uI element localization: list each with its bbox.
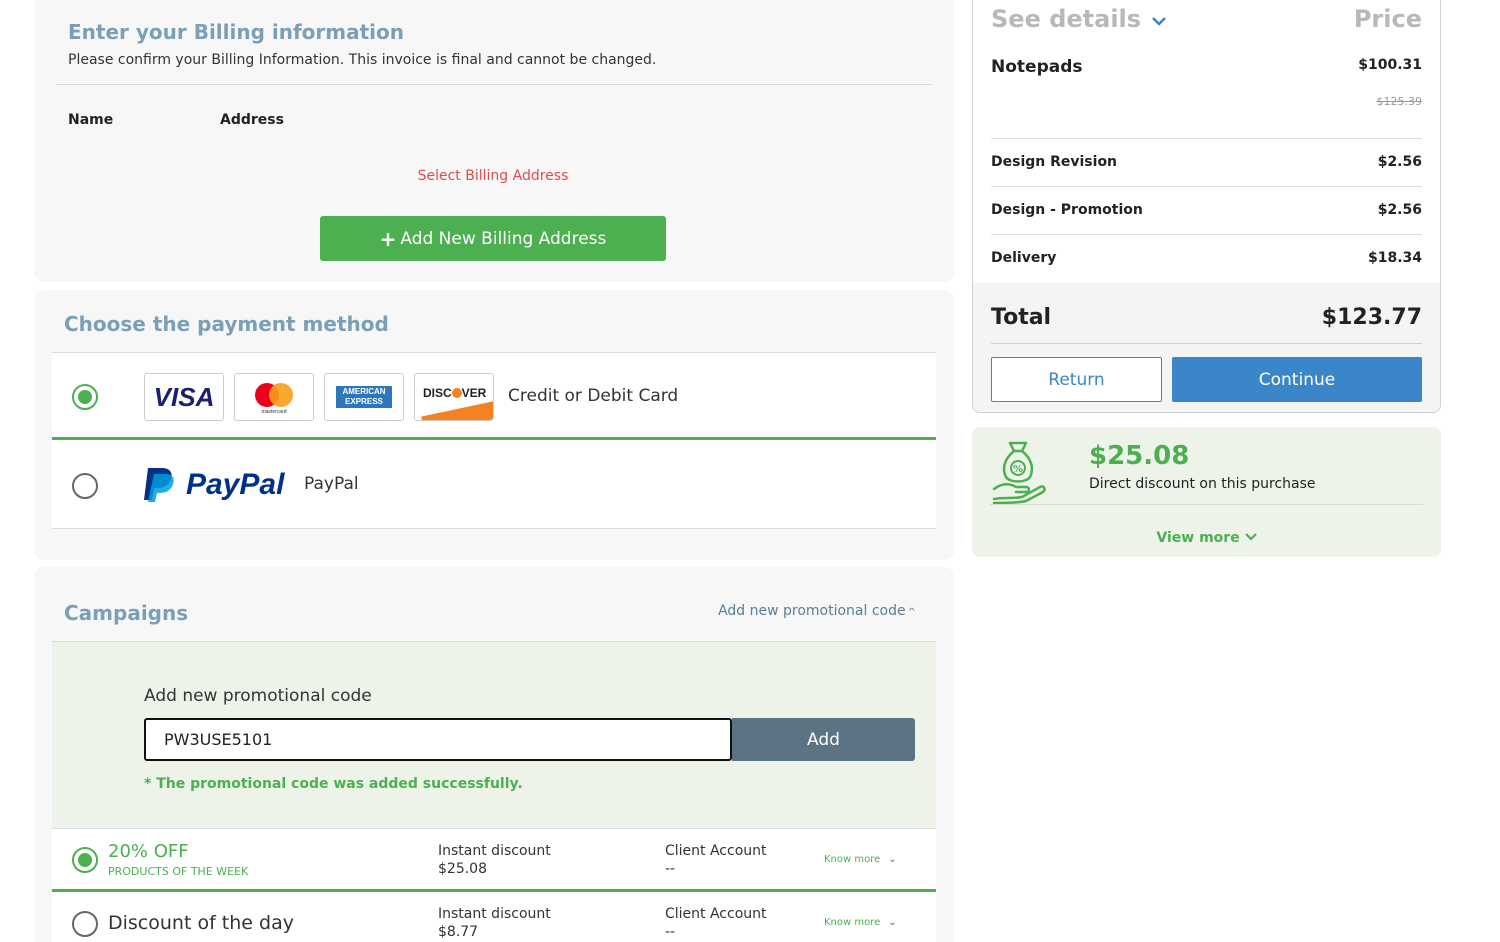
summary-item-row: Delivery $18.34 [991,250,1422,266]
paypal-logo-text: PayPal [186,468,285,501]
summary-item-name: Delivery [991,250,1057,266]
summary-item-price: $2.56 [1377,202,1422,218]
summary-item-name: Notepads [991,57,1083,77]
radio-unselected-icon[interactable] [72,473,98,499]
chevron-down-icon [1244,533,1257,541]
discount-amount: $25.08 [1089,441,1190,471]
campaign-account: Client Account -- [665,843,767,877]
mastercard-logo: mastercard [234,373,314,421]
billing-subtitle: Please confirm your Billing Information.… [68,52,657,68]
campaigns-panel: Campaigns Add new promotional code ^ Add … [34,567,954,942]
campaign-name: Discount of the day [108,912,294,934]
campaign-discount: Instant discount $25.08 [438,843,551,877]
plus-icon: + [379,226,397,251]
visa-logo: VISA [144,373,224,421]
payment-option-card-label: Credit or Debit Card [508,386,679,406]
svg-text:mastercard: mastercard [261,409,286,415]
radio-unselected-icon[interactable] [72,911,98,937]
select-billing-address-warning: Select Billing Address [417,168,569,184]
campaign-account: Client Account -- [665,906,767,940]
billing-col-name: Name [68,112,114,128]
campaign-name: 20% OFF [108,841,189,862]
summary-divider [991,138,1422,139]
amex-logo: AMERICAN EXPRESS [324,373,404,421]
radio-selected-icon[interactable] [72,384,98,410]
billing-panel: Enter your Billing information Please co… [34,0,954,282]
summary-item-row: Design - Promotion $2.56 [991,202,1422,218]
summary-item-price: $18.34 [1367,250,1422,266]
total-divider [991,343,1422,344]
mastercard-icon: mastercard [255,383,293,415]
campaigns-title: Campaigns [64,601,189,625]
chevron-down-icon: ⌄ [888,917,897,928]
money-bag-hand-icon: % [992,441,1046,505]
svg-text:%: % [1013,464,1023,475]
promo-code-label: Add new promotional code [144,686,372,706]
campaign-subtitle: PRODUCTS OF THE WEEK [108,865,249,878]
campaign-discount: Instant discount $8.77 [438,906,551,940]
campaign-row[interactable]: 20% OFF PRODUCTS OF THE WEEK Instant dis… [52,828,936,892]
billing-col-address: Address [220,112,284,128]
campaign-row[interactable]: Discount of the day Instant discount $8.… [52,892,936,942]
total-row: Total $123.77 [991,305,1422,330]
add-billing-address-label: Add New Billing Address [400,228,607,249]
paypal-p-icon [144,468,174,502]
add-promo-code-toggle[interactable]: Add new promotional code ^ [718,603,916,619]
summary-item-name: Design Revision [991,154,1118,170]
promo-code-input[interactable] [144,718,732,761]
summary-item-row: Design Revision $2.56 [991,154,1422,170]
promo-code-box: Add new promotional code Add * The promo… [52,642,936,828]
payment-method-panel: Choose the payment method VISA mastercar… [34,290,954,560]
billing-divider [56,84,932,85]
price-header: Price [1353,5,1422,33]
promo-add-button[interactable]: Add [732,718,915,761]
total-value: $123.77 [1321,305,1422,330]
total-label: Total [991,305,1052,330]
radio-selected-icon[interactable] [72,847,98,873]
discount-card: % $25.08 Direct discount on this purchas… [972,427,1441,557]
promo-success-message: * The promotional code was added success… [144,776,523,792]
return-button[interactable]: Return [991,357,1162,402]
summary-item-price: $2.56 [1377,154,1422,170]
billing-title: Enter your Billing information [68,20,405,44]
chevron-down-icon: ⌄ [888,854,897,865]
summary-divider [991,234,1422,235]
order-summary-card: See details Price Notepads $100.31 $125.… [972,0,1441,413]
add-billing-address-button[interactable]: + Add New Billing Address [320,216,666,261]
summary-item-price: $100.31 [1358,57,1422,73]
discount-divider [990,504,1423,505]
chevron-up-icon: ^ [907,607,916,618]
campaign-know-more[interactable]: Know more ⌄ [824,854,897,865]
payment-option-paypal[interactable]: PayPal PayPal [52,440,936,529]
payment-title: Choose the payment method [64,312,389,336]
view-more-toggle[interactable]: View more [972,530,1441,546]
summary-item-name: Design - Promotion [991,202,1143,218]
discount-description: Direct discount on this purchase [1089,476,1316,492]
payment-option-card[interactable]: VISA mastercard AMERICAN EXPRESS DISC VER… [52,352,936,440]
payment-option-paypal-label: PayPal [304,474,359,494]
summary-divider [991,186,1422,187]
summary-item-original-price: $125.39 [1376,95,1423,108]
summary-item-row: Notepads $100.31 [991,57,1422,77]
discover-logo: DISC VER [414,373,494,421]
campaign-know-more[interactable]: Know more ⌄ [824,917,897,928]
chevron-down-icon [1152,17,1167,26]
see-details-toggle[interactable]: See details [991,5,1167,33]
continue-button[interactable]: Continue [1172,357,1422,402]
